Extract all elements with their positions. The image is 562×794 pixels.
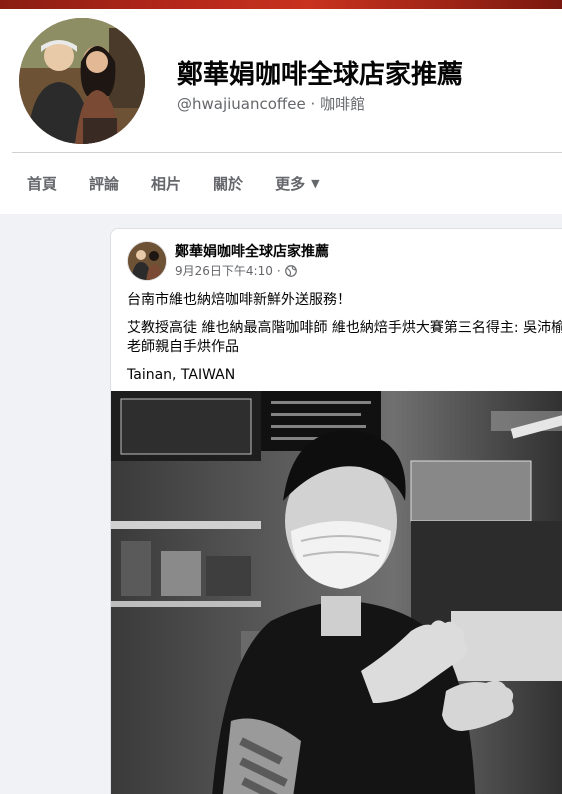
post-meta: 9月26日下午4:10 · bbox=[175, 262, 297, 279]
page-category[interactable]: 咖啡館 bbox=[320, 95, 365, 113]
tab-reviews[interactable]: 評論 bbox=[74, 161, 134, 205]
tab-label: 更多 bbox=[275, 174, 306, 193]
page-tabs: 首頁 評論 相片 關於 更多 ▼ bbox=[12, 161, 337, 205]
tab-more[interactable]: 更多 ▼ bbox=[260, 161, 334, 205]
page-title: 鄭華娟咖啡全球店家推薦 bbox=[177, 60, 464, 90]
photo-illustration bbox=[111, 391, 562, 794]
page-header: 鄭華娟咖啡全球店家推薦 @hwajiuancoffee · 咖啡館 首頁 評論 … bbox=[0, 9, 562, 214]
cover-photo-strip bbox=[0, 0, 562, 9]
tab-label: 首頁 bbox=[27, 174, 58, 193]
profile-photo bbox=[19, 18, 145, 144]
post-line-headline: 台南市維也納焙咖啡新鮮外送服務！ bbox=[127, 292, 351, 308]
page-profile-picture[interactable] bbox=[15, 14, 149, 148]
profile-photo-illustration bbox=[19, 18, 145, 144]
meta-separator: · bbox=[276, 263, 281, 278]
tab-label: 關於 bbox=[213, 174, 244, 193]
avatar-illustration bbox=[128, 242, 166, 280]
post-timestamp[interactable]: 9月26日下午4:10 bbox=[175, 262, 273, 279]
page-handle-line: @hwajiuancoffee · 咖啡館 bbox=[177, 93, 365, 114]
tab-home[interactable]: 首頁 bbox=[12, 161, 72, 205]
post-author-name[interactable]: 鄭華娟咖啡全球店家推薦 bbox=[175, 241, 329, 261]
page-handle: @hwajiuancoffee bbox=[177, 95, 306, 113]
globe-icon bbox=[284, 264, 297, 277]
post-photo[interactable] bbox=[111, 391, 562, 794]
header-divider bbox=[12, 152, 562, 153]
tab-about[interactable]: 關於 bbox=[198, 161, 258, 205]
tab-label: 相片 bbox=[151, 174, 182, 193]
handle-separator: · bbox=[310, 95, 316, 113]
post-body: 台南市維也納焙咖啡新鮮外送服務！ 艾教授高徒 維也納最高階咖啡師 維也納焙手烘大… bbox=[127, 291, 562, 394]
post-line-location: Tainan, TAIWAN bbox=[127, 367, 236, 383]
tab-photos[interactable]: 相片 bbox=[136, 161, 196, 205]
tab-label: 評論 bbox=[89, 174, 120, 193]
post-card: 鄭華娟咖啡全球店家推薦 9月26日下午4:10 · 台南市維也納焙咖啡新鮮外送服… bbox=[110, 228, 562, 794]
post-author-avatar[interactable] bbox=[127, 241, 167, 281]
caret-down-icon: ▼ bbox=[311, 176, 320, 190]
post-line-description: 艾教授高徒 維也納最高階咖啡師 維也納焙手烘大賽第三名得主: 吳沛榆老師親自手烘… bbox=[127, 320, 562, 355]
